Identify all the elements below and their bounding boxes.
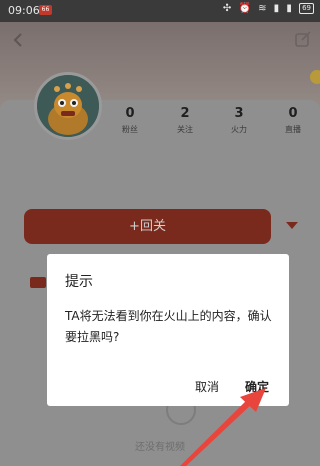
stat-value: 2 bbox=[180, 106, 190, 121]
stat-followers[interactable]: 0 粉丝 bbox=[110, 106, 150, 135]
avatar[interactable] bbox=[34, 72, 102, 140]
battery-icon: 69 bbox=[299, 3, 314, 14]
share-icon[interactable] bbox=[294, 30, 312, 48]
video-icon[interactable] bbox=[30, 277, 46, 288]
status-bar: 09:06 66 ✣ ⏰ ≋ ▮ ▮ 69 bbox=[0, 0, 320, 22]
stat-label: 火力 bbox=[231, 125, 247, 134]
side-badge-icon[interactable] bbox=[310, 70, 320, 84]
nfc-icon: ✣ bbox=[222, 3, 234, 14]
block-confirm-dialog: 提示 TA将无法看到你在火山上的内容，确认要拉黑吗? 取消 确定 bbox=[47, 254, 289, 406]
stat-value: 3 bbox=[234, 106, 244, 121]
screen: 09:06 66 ✣ ⏰ ≋ ▮ ▮ 69 0 粉丝 2 关注 3 火力 0 直… bbox=[0, 0, 320, 466]
wifi-icon: ≋ bbox=[258, 3, 269, 14]
back-icon[interactable] bbox=[8, 30, 28, 50]
avatar-image bbox=[37, 75, 99, 137]
stat-following[interactable]: 2 关注 bbox=[165, 106, 205, 135]
empty-state-text: 还没有视频 bbox=[135, 442, 185, 453]
stat-label: 粉丝 bbox=[122, 125, 138, 134]
stat-label: 关注 bbox=[177, 125, 193, 134]
status-time: 09:06 bbox=[8, 4, 40, 17]
profile-stats: 0 粉丝 2 关注 3 火力 0 直播 bbox=[110, 106, 310, 140]
dialog-title: 提示 bbox=[65, 274, 93, 290]
signal-icon: ▮ bbox=[273, 3, 282, 14]
stat-value: 0 bbox=[288, 106, 298, 121]
stat-value: 0 bbox=[125, 106, 135, 121]
cancel-button[interactable]: 取消 bbox=[195, 378, 219, 395]
chevron-down-icon[interactable] bbox=[286, 222, 298, 229]
stat-firepower[interactable]: 3 火力 bbox=[219, 106, 259, 135]
stat-label: 直播 bbox=[285, 125, 301, 134]
alarm-icon: ⏰ bbox=[238, 3, 253, 14]
stat-live[interactable]: 0 直播 bbox=[273, 106, 313, 135]
confirm-button[interactable]: 确定 bbox=[245, 378, 269, 395]
signal-icon: ▮ bbox=[286, 3, 294, 14]
follow-back-button[interactable]: +回关 bbox=[24, 209, 271, 244]
notification-badge: 66 bbox=[39, 5, 52, 15]
dialog-message: TA将无法看到你在火山上的内容，确认要拉黑吗? bbox=[65, 309, 272, 344]
status-icons: ✣ ⏰ ≋ ▮ ▮ 69 bbox=[223, 3, 314, 14]
